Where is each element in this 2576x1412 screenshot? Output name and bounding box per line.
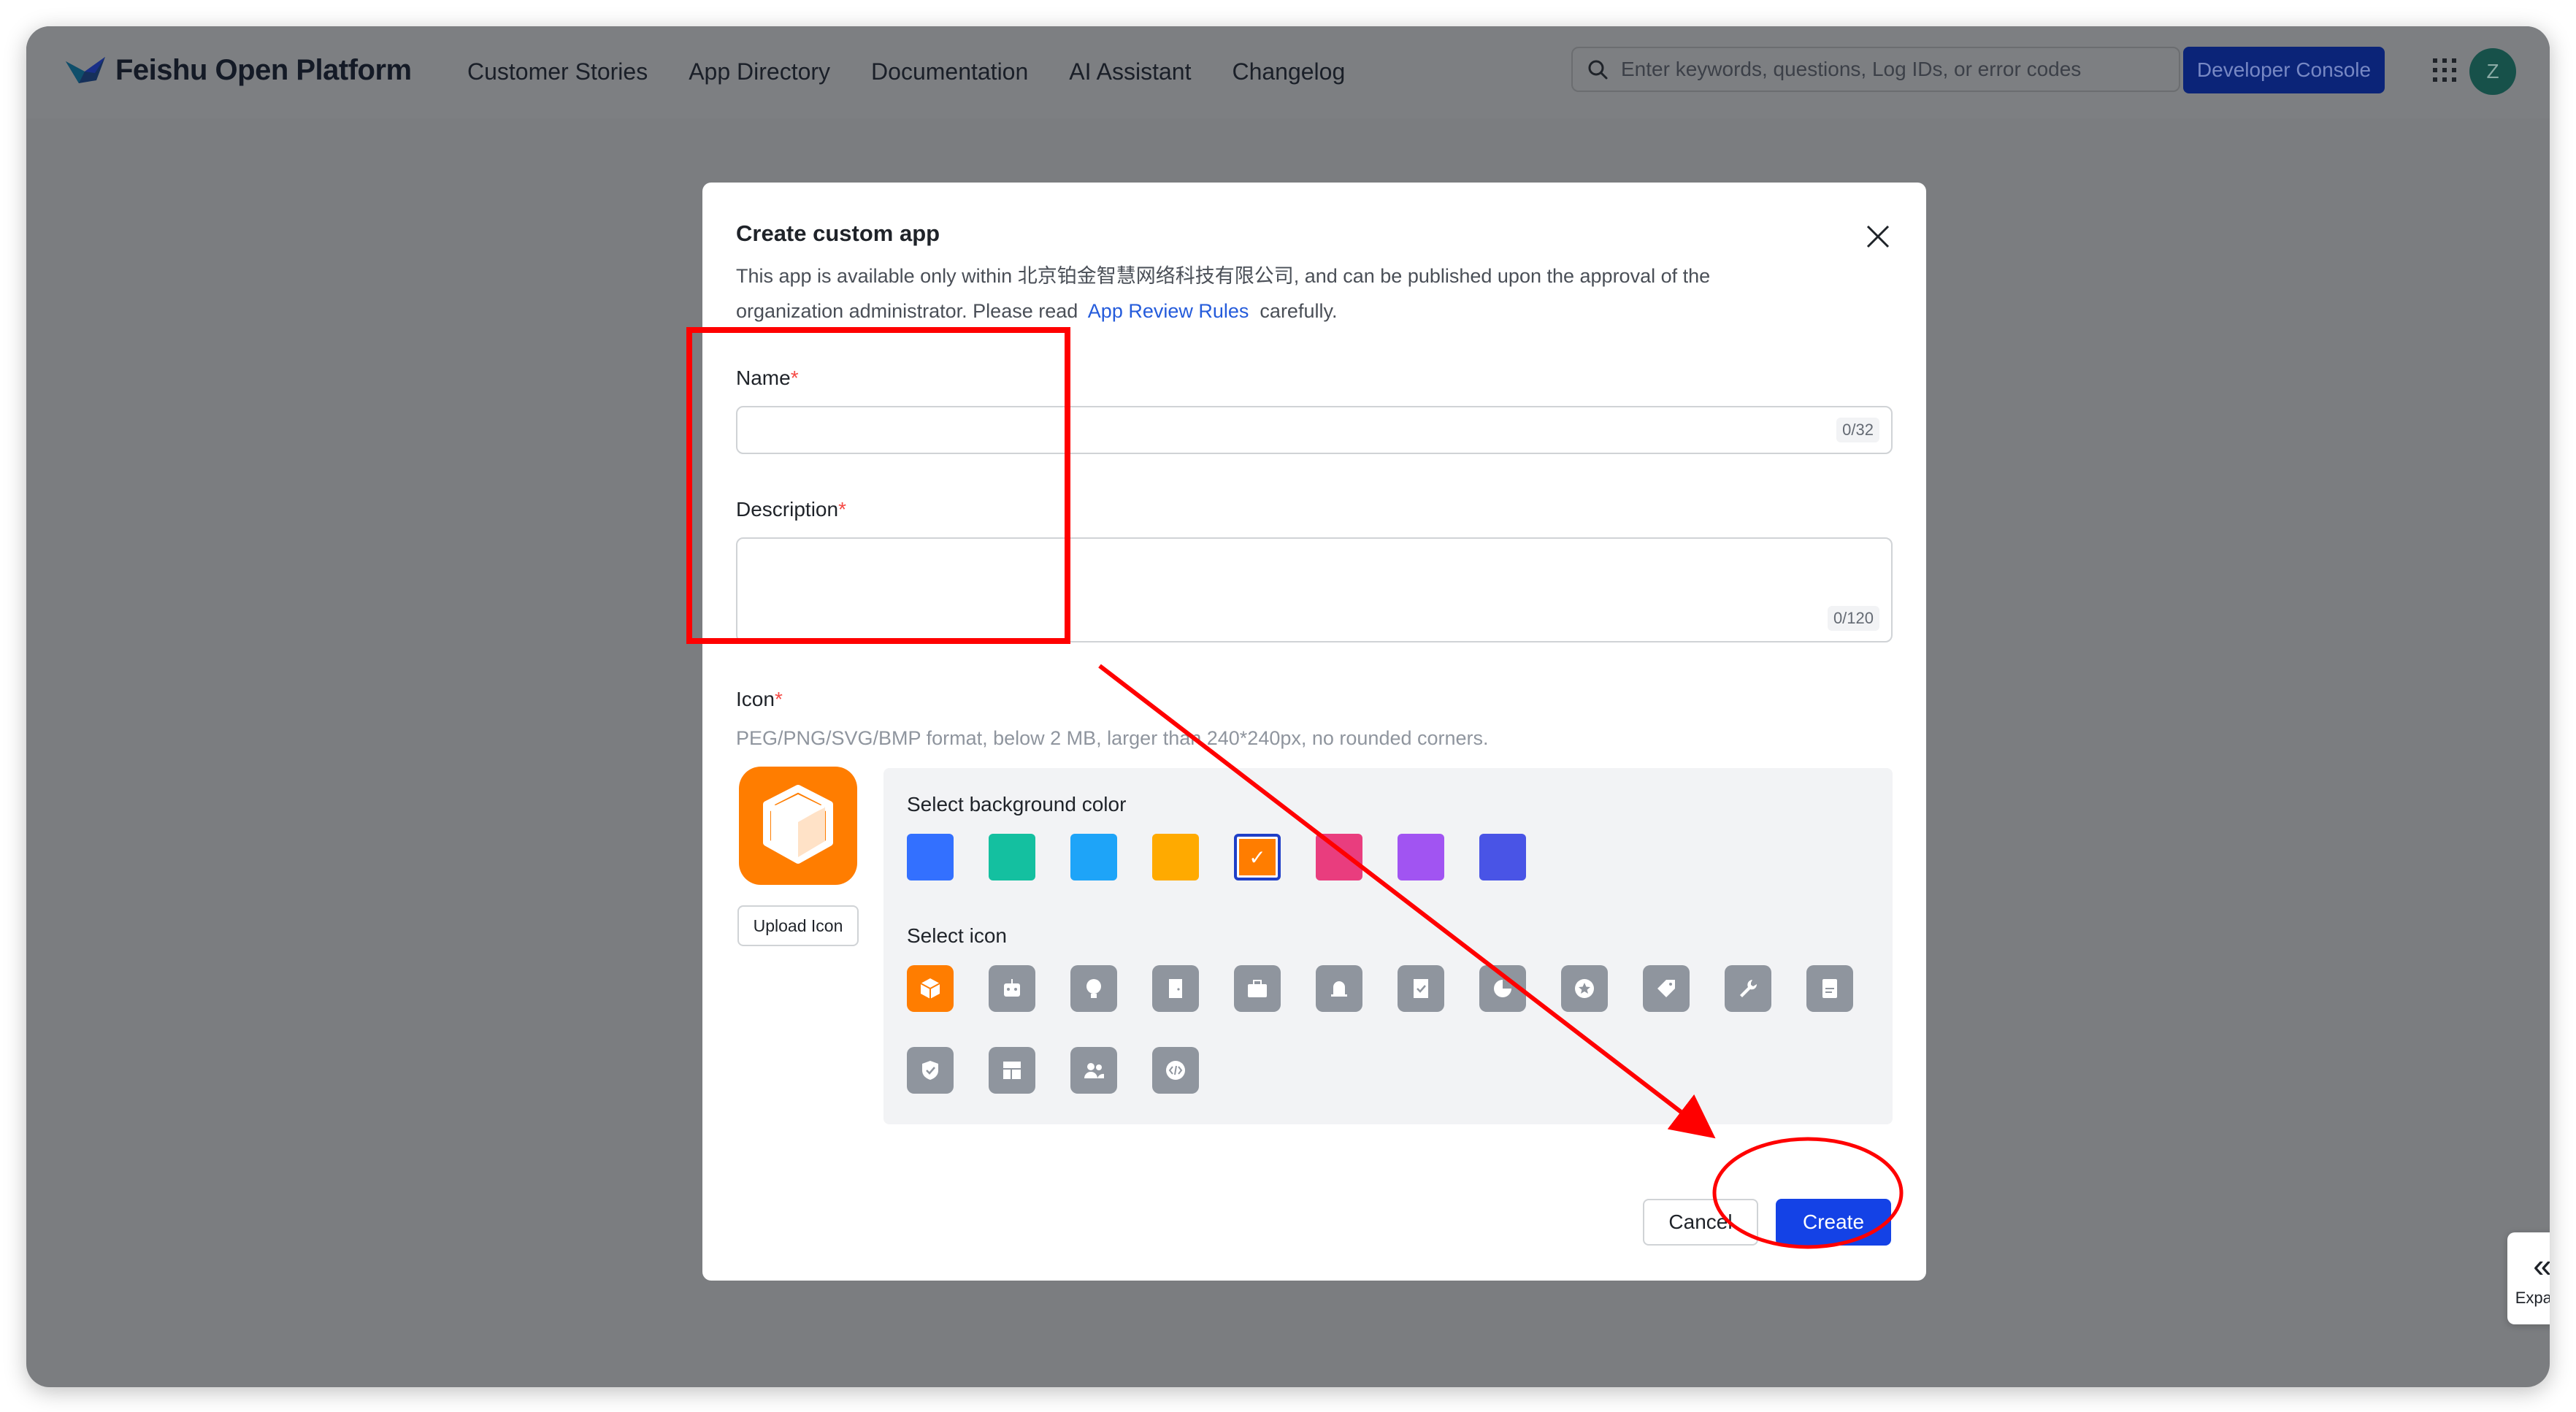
nav-link-customer-stories[interactable]: Customer Stories — [467, 58, 648, 85]
expand-panel-button[interactable]: « Expand — [2507, 1232, 2550, 1324]
wrench-icon — [1740, 980, 1757, 997]
icon-option[interactable] — [1643, 965, 1690, 1012]
description-input[interactable] — [737, 539, 1891, 641]
nav-link-app-directory[interactable]: App Directory — [689, 58, 830, 85]
required-mark: * — [774, 688, 783, 710]
description-label: Description* — [736, 498, 846, 521]
star-badge-icon — [1575, 979, 1594, 998]
app-window: Feishu Open Platform Customer Stories Ap… — [26, 26, 2550, 1387]
tag-icon — [1657, 980, 1675, 997]
layout-icon — [1003, 1062, 1021, 1079]
search-box[interactable] — [1571, 47, 2180, 92]
logo[interactable]: Feishu Open Platform — [63, 51, 412, 89]
name-counter: 0/32 — [1836, 418, 1879, 442]
shield-check-icon — [922, 1061, 938, 1080]
developer-console-button[interactable]: Developer Console — [2183, 47, 2385, 93]
cancel-button[interactable]: Cancel — [1643, 1199, 1758, 1246]
dialog-intro: This app is available only within 北京铂金智慧… — [736, 258, 1817, 329]
code-icon — [1166, 1061, 1185, 1080]
nav-link-ai-assistant[interactable]: AI Assistant — [1069, 58, 1191, 85]
people-icon — [1084, 1063, 1104, 1078]
bookmark-check-icon — [1414, 979, 1428, 998]
icon-option[interactable] — [1234, 965, 1281, 1012]
icon-option[interactable] — [1070, 965, 1117, 1012]
icon-option[interactable] — [1152, 1047, 1199, 1094]
search-input[interactable] — [1619, 57, 2134, 82]
name-label-text: Name — [736, 367, 791, 389]
icon-hint: PEG/PNG/SVG/BMP format, below 2 MB, larg… — [736, 727, 1489, 749]
search-icon — [1588, 60, 1608, 80]
nav-links: Customer Stories App Directory Documenta… — [467, 58, 1345, 85]
icon-option[interactable] — [1806, 965, 1853, 1012]
required-mark: * — [790, 367, 799, 389]
logo-text: Feishu Open Platform — [115, 53, 412, 86]
icon-option[interactable] — [989, 1047, 1035, 1094]
icon-option[interactable] — [1561, 965, 1608, 1012]
icon-label: Icon* — [736, 688, 783, 711]
icon-preview — [739, 767, 857, 885]
name-field[interactable]: 0/32 — [736, 406, 1893, 454]
bell-icon — [1331, 981, 1347, 997]
double-chevron-left-icon: « — [2533, 1248, 2550, 1282]
icon-option[interactable] — [1725, 965, 1771, 1012]
bg-color-swatch[interactable] — [1152, 834, 1199, 880]
cube-icon — [763, 785, 833, 864]
check-icon: ✓ — [1249, 845, 1266, 869]
upload-icon-button[interactable]: Upload Icon — [737, 905, 859, 946]
description-field[interactable]: 0/120 — [736, 537, 1893, 642]
lightbulb-icon — [1086, 979, 1101, 998]
icon-option[interactable] — [1316, 965, 1362, 1012]
intro-prefix: organization administrator. Please read — [736, 300, 1078, 322]
icon-option[interactable] — [907, 1047, 954, 1094]
name-input[interactable] — [737, 407, 1891, 453]
icon-picker-panel: Select background color ✓ Select icon — [883, 768, 1893, 1124]
icon-option[interactable] — [1152, 965, 1199, 1012]
icon-label-text: Icon — [736, 688, 775, 710]
robot-icon — [1004, 979, 1020, 997]
top-nav: Feishu Open Platform Customer Stories Ap… — [26, 26, 2550, 118]
door-icon — [1169, 979, 1182, 998]
create-app-dialog: Create custom app This app is available … — [702, 183, 1926, 1281]
bg-color-swatch[interactable] — [1316, 834, 1362, 880]
bg-color-swatch[interactable] — [1070, 834, 1117, 880]
bg-color-swatch[interactable] — [907, 834, 954, 880]
icon-option[interactable] — [1398, 965, 1444, 1012]
expand-label: Expand — [2515, 1289, 2550, 1307]
intro-line-1: This app is available only within 北京铂金智慧… — [736, 265, 1711, 287]
apps-grid-icon[interactable] — [2430, 55, 2459, 85]
create-button[interactable]: Create — [1776, 1199, 1891, 1246]
intro-line-2: organization administrator. Please read … — [736, 293, 1817, 329]
bg-color-swatch[interactable] — [989, 834, 1035, 880]
bg-color-swatch[interactable] — [1398, 834, 1444, 880]
dialog-title: Create custom app — [736, 220, 940, 246]
briefcase-icon — [1248, 980, 1267, 997]
nav-link-documentation[interactable]: Documentation — [871, 58, 1028, 85]
bg-color-swatch[interactable]: ✓ — [1234, 834, 1281, 880]
description-counter: 0/120 — [1827, 606, 1879, 631]
bg-color-label: Select background color — [907, 793, 1127, 816]
bg-color-swatch[interactable] — [1479, 834, 1526, 880]
required-mark: * — [838, 498, 846, 521]
close-icon[interactable] — [1862, 220, 1894, 253]
avatar[interactable]: Z — [2469, 48, 2516, 95]
icon-option[interactable] — [1479, 965, 1526, 1012]
feishu-logo-icon — [66, 57, 105, 83]
select-icon-label: Select icon — [907, 924, 1007, 947]
nav-link-changelog[interactable]: Changelog — [1232, 58, 1345, 85]
app-review-rules-link[interactable]: App Review Rules — [1088, 300, 1249, 322]
icon-option[interactable] — [989, 965, 1035, 1012]
cube-icon — [920, 978, 940, 999]
name-label: Name* — [736, 367, 799, 390]
pie-chart-icon — [1494, 980, 1511, 997]
document-icon — [1822, 979, 1837, 998]
intro-suffix: carefully. — [1260, 300, 1338, 322]
description-label-text: Description — [736, 498, 839, 521]
icon-option[interactable] — [907, 965, 954, 1012]
icon-option[interactable] — [1070, 1047, 1117, 1094]
